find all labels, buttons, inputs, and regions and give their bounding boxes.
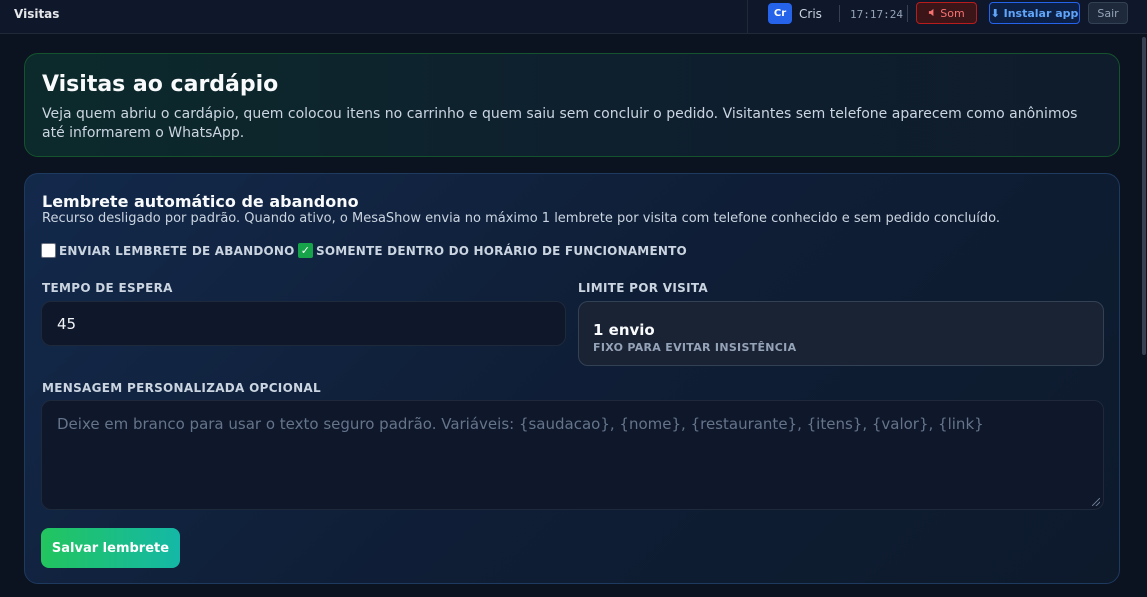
business-hours-checkbox[interactable]: ✓ SOMENTE DENTRO DO HORÁRIO DE FUNCIONAM…	[298, 243, 687, 258]
sound-button[interactable]: Som	[916, 2, 977, 24]
logout-button[interactable]: Sair	[1088, 2, 1128, 24]
abandon-reminder-card: Lembrete automático de abandono Recurso …	[24, 173, 1120, 584]
page-title: Visitas	[14, 7, 60, 21]
topbar-divider	[747, 0, 748, 34]
page-scrollbar[interactable]	[1141, 34, 1147, 597]
separator	[839, 5, 840, 22]
avatar[interactable]: Cr	[768, 3, 792, 24]
top-bar: Visitas Cr Cris 17:17:24 Som ⬇ Instalar …	[0, 0, 1147, 34]
check-icon[interactable]: ✓	[298, 243, 313, 258]
wait-time-label: TEMPO DE ESPERA	[42, 281, 173, 295]
install-app-button[interactable]: ⬇ Instalar app	[989, 2, 1080, 24]
limit-note: FIXO PARA EVITAR INSISTÊNCIA	[593, 341, 797, 354]
custom-message-placeholder: Deixe em branco para usar o texto seguro…	[57, 415, 984, 433]
checkbox-unchecked[interactable]	[41, 243, 56, 258]
user-name: Cris	[799, 7, 822, 21]
custom-message-label: MENSAGEM PERSONALIZADA OPCIONAL	[42, 381, 321, 395]
install-app-label: ⬇ Instalar app	[990, 6, 1079, 20]
wait-time-value: 45	[57, 315, 77, 333]
save-reminder-button[interactable]: Salvar lembrete	[41, 528, 180, 568]
enable-reminder-label: ENVIAR LEMBRETE DE ABANDONO	[59, 243, 295, 258]
hero-title: Visitas ao cardápio	[42, 72, 279, 97]
business-hours-label: SOMENTE DENTRO DO HORÁRIO DE FUNCIONAMEN…	[316, 243, 687, 258]
reminder-description: Recurso desligado por padrão. Quando ati…	[42, 211, 1000, 226]
wait-time-input[interactable]: 45	[41, 301, 566, 346]
clock: 17:17:24	[850, 8, 903, 21]
separator	[907, 5, 908, 22]
enable-reminder-checkbox[interactable]: ENVIAR LEMBRETE DE ABANDONO	[41, 243, 295, 258]
custom-message-textarea[interactable]: Deixe em branco para usar o texto seguro…	[41, 400, 1104, 510]
hero-description: Veja quem abriu o cardápio, quem colocou…	[42, 106, 1078, 141]
sound-button-label: Som	[940, 6, 965, 20]
reminder-title: Lembrete automático de abandono	[42, 192, 359, 211]
visits-hero-card: Visitas ao cardápio Veja quem abriu o ca…	[24, 53, 1120, 157]
resize-grip-icon[interactable]	[1092, 498, 1100, 506]
limit-value: 1 envio	[593, 321, 655, 339]
limit-per-visit-box: 1 envio FIXO PARA EVITAR INSISTÊNCIA	[578, 301, 1104, 366]
speaker-muted-icon	[928, 7, 937, 20]
scrollbar-thumb[interactable]	[1142, 37, 1146, 355]
limit-label: LIMITE POR VISITA	[578, 281, 708, 295]
